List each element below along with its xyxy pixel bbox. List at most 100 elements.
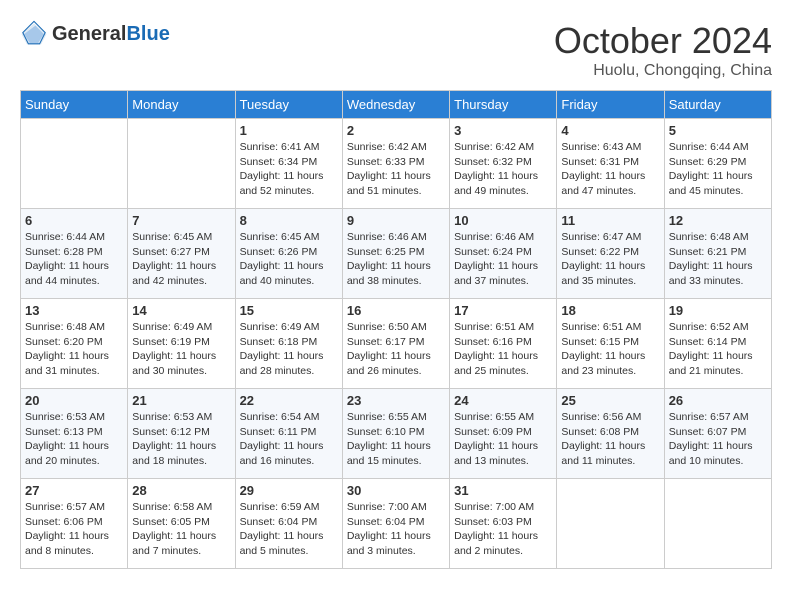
location: Huolu, Chongqing, China [554, 62, 772, 80]
cell-info: Sunrise: 6:45 AMSunset: 6:27 PMDaylight:… [132, 230, 230, 289]
cell-info: Sunrise: 6:57 AMSunset: 6:07 PMDaylight:… [669, 410, 767, 469]
cell-info: Sunrise: 6:49 AMSunset: 6:18 PMDaylight:… [240, 320, 338, 379]
day-number: 1 [240, 123, 338, 138]
calendar-week-row: 6 Sunrise: 6:44 AMSunset: 6:28 PMDaylight… [21, 209, 772, 299]
calendar-cell: 6 Sunrise: 6:44 AMSunset: 6:28 PMDaylight… [21, 209, 128, 299]
calendar-cell: 11 Sunrise: 6:47 AMSunset: 6:22 PMDayligh… [557, 209, 664, 299]
calendar-cell: 22 Sunrise: 6:54 AMSunset: 6:11 PMDayligh… [235, 389, 342, 479]
weekday-header-thursday: Thursday [450, 91, 557, 119]
page-header: GeneralBlue October 2024 Huolu, Chongqin… [20, 20, 772, 80]
cell-info: Sunrise: 6:48 AMSunset: 6:21 PMDaylight:… [669, 230, 767, 289]
weekday-header-friday: Friday [557, 91, 664, 119]
day-number: 22 [240, 393, 338, 408]
calendar-cell [21, 119, 128, 209]
day-number: 10 [454, 213, 552, 228]
cell-info: Sunrise: 6:57 AMSunset: 6:06 PMDaylight:… [25, 500, 123, 559]
calendar-cell: 1 Sunrise: 6:41 AMSunset: 6:34 PMDaylight… [235, 119, 342, 209]
cell-info: Sunrise: 6:54 AMSunset: 6:11 PMDaylight:… [240, 410, 338, 469]
cell-info: Sunrise: 6:55 AMSunset: 6:09 PMDaylight:… [454, 410, 552, 469]
day-number: 20 [25, 393, 123, 408]
logo-blue: Blue [126, 23, 169, 45]
calendar-cell: 29 Sunrise: 6:59 AMSunset: 6:04 PMDayligh… [235, 479, 342, 569]
weekday-header-row: SundayMondayTuesdayWednesdayThursdayFrid… [21, 91, 772, 119]
day-number: 11 [561, 213, 659, 228]
day-number: 26 [669, 393, 767, 408]
cell-info: Sunrise: 6:49 AMSunset: 6:19 PMDaylight:… [132, 320, 230, 379]
cell-info: Sunrise: 6:59 AMSunset: 6:04 PMDaylight:… [240, 500, 338, 559]
cell-info: Sunrise: 6:51 AMSunset: 6:15 PMDaylight:… [561, 320, 659, 379]
day-number: 29 [240, 483, 338, 498]
calendar-week-row: 20 Sunrise: 6:53 AMSunset: 6:13 PMDayligh… [21, 389, 772, 479]
calendar-cell: 12 Sunrise: 6:48 AMSunset: 6:21 PMDayligh… [664, 209, 771, 299]
cell-info: Sunrise: 6:46 AMSunset: 6:24 PMDaylight:… [454, 230, 552, 289]
calendar-cell [557, 479, 664, 569]
calendar-cell: 24 Sunrise: 6:55 AMSunset: 6:09 PMDayligh… [450, 389, 557, 479]
cell-info: Sunrise: 6:52 AMSunset: 6:14 PMDaylight:… [669, 320, 767, 379]
calendar-cell: 23 Sunrise: 6:55 AMSunset: 6:10 PMDayligh… [342, 389, 449, 479]
logo-icon [20, 20, 48, 48]
calendar-cell: 7 Sunrise: 6:45 AMSunset: 6:27 PMDaylight… [128, 209, 235, 299]
cell-info: Sunrise: 6:47 AMSunset: 6:22 PMDaylight:… [561, 230, 659, 289]
day-number: 7 [132, 213, 230, 228]
calendar-cell: 5 Sunrise: 6:44 AMSunset: 6:29 PMDaylight… [664, 119, 771, 209]
cell-info: Sunrise: 6:44 AMSunset: 6:29 PMDaylight:… [669, 140, 767, 199]
weekday-header-saturday: Saturday [664, 91, 771, 119]
cell-info: Sunrise: 6:42 AMSunset: 6:33 PMDaylight:… [347, 140, 445, 199]
calendar-cell: 14 Sunrise: 6:49 AMSunset: 6:19 PMDayligh… [128, 299, 235, 389]
calendar-cell: 10 Sunrise: 6:46 AMSunset: 6:24 PMDayligh… [450, 209, 557, 299]
calendar-week-row: 27Sunrise: 6:57 AMSunset: 6:06 PMDayligh… [21, 479, 772, 569]
day-number: 6 [25, 213, 123, 228]
day-number: 24 [454, 393, 552, 408]
calendar-week-row: 1 Sunrise: 6:41 AMSunset: 6:34 PMDaylight… [21, 119, 772, 209]
cell-info: Sunrise: 6:41 AMSunset: 6:34 PMDaylight:… [240, 140, 338, 199]
cell-info: Sunrise: 6:43 AMSunset: 6:31 PMDaylight:… [561, 140, 659, 199]
day-number: 13 [25, 303, 123, 318]
day-number: 25 [561, 393, 659, 408]
calendar-cell: 16Sunrise: 6:50 AMSunset: 6:17 PMDayligh… [342, 299, 449, 389]
cell-info: Sunrise: 7:00 AMSunset: 6:03 PMDaylight:… [454, 500, 552, 559]
calendar-week-row: 13 Sunrise: 6:48 AMSunset: 6:20 PMDayligh… [21, 299, 772, 389]
calendar-cell: 19 Sunrise: 6:52 AMSunset: 6:14 PMDayligh… [664, 299, 771, 389]
day-number: 17 [454, 303, 552, 318]
cell-info: Sunrise: 6:44 AMSunset: 6:28 PMDaylight:… [25, 230, 123, 289]
calendar-cell: 31Sunrise: 7:00 AMSunset: 6:03 PMDayligh… [450, 479, 557, 569]
calendar-cell: 8Sunrise: 6:45 AMSunset: 6:26 PMDaylight… [235, 209, 342, 299]
calendar-cell [664, 479, 771, 569]
calendar-cell: 13 Sunrise: 6:48 AMSunset: 6:20 PMDayligh… [21, 299, 128, 389]
cell-info: Sunrise: 6:55 AMSunset: 6:10 PMDaylight:… [347, 410, 445, 469]
day-number: 15 [240, 303, 338, 318]
calendar-cell: 15 Sunrise: 6:49 AMSunset: 6:18 PMDayligh… [235, 299, 342, 389]
day-number: 2 [347, 123, 445, 138]
day-number: 18 [561, 303, 659, 318]
cell-info: Sunrise: 6:48 AMSunset: 6:20 PMDaylight:… [25, 320, 123, 379]
cell-info: Sunrise: 6:53 AMSunset: 6:13 PMDaylight:… [25, 410, 123, 469]
logo-general: General [52, 23, 126, 45]
day-number: 19 [669, 303, 767, 318]
day-number: 12 [669, 213, 767, 228]
cell-info: Sunrise: 6:45 AMSunset: 6:26 PMDaylight:… [240, 230, 338, 289]
day-number: 28 [132, 483, 230, 498]
day-number: 30 [347, 483, 445, 498]
cell-info: Sunrise: 6:51 AMSunset: 6:16 PMDaylight:… [454, 320, 552, 379]
cell-info: Sunrise: 6:46 AMSunset: 6:25 PMDaylight:… [347, 230, 445, 289]
calendar-cell: 27Sunrise: 6:57 AMSunset: 6:06 PMDayligh… [21, 479, 128, 569]
calendar-cell: 28 Sunrise: 6:58 AMSunset: 6:05 PMDayligh… [128, 479, 235, 569]
calendar-cell: 20 Sunrise: 6:53 AMSunset: 6:13 PMDayligh… [21, 389, 128, 479]
calendar-cell [128, 119, 235, 209]
weekday-header-wednesday: Wednesday [342, 91, 449, 119]
cell-info: Sunrise: 6:58 AMSunset: 6:05 PMDaylight:… [132, 500, 230, 559]
day-number: 23 [347, 393, 445, 408]
cell-info: Sunrise: 6:56 AMSunset: 6:08 PMDaylight:… [561, 410, 659, 469]
day-number: 3 [454, 123, 552, 138]
day-number: 16 [347, 303, 445, 318]
cell-info: Sunrise: 7:00 AMSunset: 6:04 PMDaylight:… [347, 500, 445, 559]
calendar-cell: 30 Sunrise: 7:00 AMSunset: 6:04 PMDayligh… [342, 479, 449, 569]
day-number: 5 [669, 123, 767, 138]
calendar-cell: 21Sunrise: 6:53 AMSunset: 6:12 PMDayligh… [128, 389, 235, 479]
logo-text: GeneralBlue [52, 23, 170, 46]
calendar-cell: 9 Sunrise: 6:46 AMSunset: 6:25 PMDaylight… [342, 209, 449, 299]
cell-info: Sunrise: 6:42 AMSunset: 6:32 PMDaylight:… [454, 140, 552, 199]
day-number: 9 [347, 213, 445, 228]
day-number: 14 [132, 303, 230, 318]
calendar-cell: 2 Sunrise: 6:42 AMSunset: 6:33 PMDaylight… [342, 119, 449, 209]
